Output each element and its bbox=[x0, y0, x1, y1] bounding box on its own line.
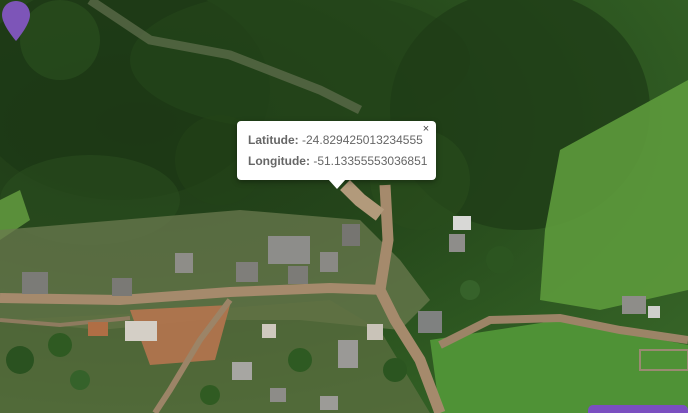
latitude-label: Latitude: bbox=[248, 133, 299, 147]
longitude-value: -51.13355553036851 bbox=[313, 154, 428, 168]
popup-tip bbox=[328, 179, 346, 189]
longitude-label: Longitude: bbox=[248, 154, 310, 168]
corner-button[interactable] bbox=[588, 405, 688, 413]
latitude-row: Latitude: -24.829425013234555 bbox=[248, 130, 426, 151]
coordinates-popup: × Latitude: -24.829425013234555 Longitud… bbox=[237, 121, 436, 189]
map-pin-icon[interactable] bbox=[0, 0, 32, 42]
map-imagery bbox=[0, 0, 688, 413]
close-icon[interactable]: × bbox=[420, 123, 432, 135]
latitude-value: -24.829425013234555 bbox=[302, 133, 423, 147]
satellite-map[interactable]: × Latitude: -24.829425013234555 Longitud… bbox=[0, 0, 688, 413]
longitude-row: Longitude: -51.13355553036851 bbox=[248, 151, 428, 172]
